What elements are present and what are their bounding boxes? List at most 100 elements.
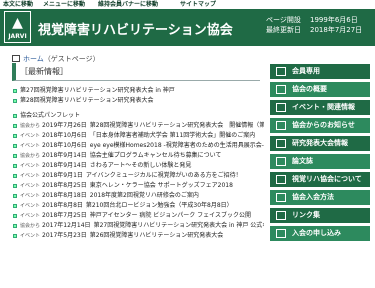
news-link[interactable]: アイバンクミュージカルに視覚障がいのある方をご招待！ — [86, 172, 242, 179]
logo-text: JARVI — [8, 33, 27, 40]
breadcrumb-home-link[interactable]: ホーム — [23, 55, 44, 63]
side-menu-item[interactable]: イベント・関連情報 — [270, 100, 370, 115]
news-item[interactable]: イベント 2018年7月25日 神戸アイセンター 病院 ビジョンパーク フェイスブッ… — [12, 211, 264, 221]
updated-label: 最終更新日 — [266, 26, 301, 34]
bullet-icon — [13, 89, 17, 93]
site-title[interactable]: 視覚障害リハビリテーション協会 — [38, 19, 233, 38]
skip-to-menu-link[interactable]: メニューに移動 — [43, 0, 85, 9]
news-item[interactable]: 協会公式パンフレット — [12, 111, 264, 121]
bullet-icon — [13, 214, 17, 218]
bullet-icon — [13, 164, 17, 168]
news-date: 2018年10月6日 — [42, 132, 87, 139]
news-date: 2018年8月8日 — [42, 202, 83, 209]
bullet-icon — [13, 174, 17, 178]
news-link[interactable]: さわるアート〜その新しい体験と発見 — [90, 162, 192, 169]
side-menu-item[interactable]: リンク集 — [270, 208, 370, 223]
side-menu-item[interactable]: 研究発表大会情報 — [270, 136, 370, 151]
news-item[interactable]: イベント 2018年9月14日 さわるアート〜その新しい体験と発見 — [12, 161, 264, 171]
side-menu-item[interactable]: 視覚リハ協会について — [270, 172, 370, 187]
news-item[interactable]: 協会から 2018年9月14日 協会主催プログラムキャンセル待ち募集について — [12, 151, 264, 161]
news-link[interactable]: 東京ヘレン・ケラー協会 サポートグッズフェア2018 — [90, 182, 233, 189]
news-link[interactable]: 第28回視覚障害リハビリテーション研究発表大会 — [20, 97, 154, 104]
bullet-icon — [13, 134, 17, 138]
side-menu-label: リンク集 — [292, 211, 320, 219]
lock-icon — [276, 67, 286, 76]
news-date: 2018年9月1日 — [42, 172, 83, 179]
news-link[interactable]: 第26回視覚障害リハビリテーション研究発表大会 — [90, 232, 224, 239]
side-menu-label: 協会の概要 — [292, 85, 327, 93]
news-category: イベント — [20, 173, 41, 179]
skip-links-bar: 本文に移動 メニューに移動 維持会員バナーに移動 サイトマップ — [0, 0, 375, 9]
news-item[interactable]: 第28回視覚障害リハビリテーション研究発表大会 — [12, 96, 264, 106]
news-category: イベント — [20, 203, 41, 209]
side-menu-item[interactable]: 協会の概要 — [270, 82, 370, 97]
news-category: イベント — [20, 183, 41, 189]
updated-date: 2018年7月27日 — [310, 26, 363, 34]
news-item[interactable]: イベント 2017年5月23日 第26回視覚障害リハビリテーション研究発表大会 — [12, 231, 264, 241]
news-item[interactable]: イベント 2018年10月6日 「日本身体障害者補助犬学会 第11回学術大会」開催の… — [12, 131, 264, 141]
site-header: ▲ JARVI 視覚障害リハビリテーション協会 ページ開設 1999年6月6日 最… — [0, 9, 375, 46]
side-menu-item[interactable]: 協会からのお知らせ — [270, 118, 370, 133]
news-date: 2019年7月26日 — [42, 122, 87, 129]
side-menu-label: イベント・関連情報 — [292, 103, 355, 111]
news-date: 2018年8月18日 — [42, 192, 87, 199]
side-menu-label: 視覚リハ協会について — [292, 175, 362, 183]
news-link[interactable]: 協会公式パンフレット — [20, 112, 80, 119]
news-link[interactable]: 2018年度第2回視覚リハ研修会のご案内 — [90, 192, 199, 199]
news-link[interactable]: 第210回台北ロービジョン勉強会（平成30年8月8日） — [86, 202, 233, 209]
bullet-icon — [13, 99, 17, 103]
news-link[interactable]: 第27回視覚障害リハビリテーション研究発表大会 in 神戸 公式ホームページ公開 — [94, 222, 264, 229]
site-logo[interactable]: ▲ JARVI — [4, 11, 31, 43]
news-item[interactable]: イベント 2018年8月25日 東京ヘレン・ケラー協会 サポートグッズフェア2018 — [12, 181, 264, 191]
people-icon — [276, 175, 286, 184]
bullet-icon — [13, 204, 17, 208]
news-item[interactable]: イベント 2018年8月8日 第210回台北ロービジョン勉強会（平成30年8月8日） — [12, 201, 264, 211]
page-dates: ページ開設 1999年6月6日 最終更新日 2018年7月27日 — [266, 15, 362, 35]
news-item[interactable]: イベント 2018年8月18日 2018年度第2回視覚リハ研修会のご案内 — [12, 191, 264, 201]
megaphone-icon — [276, 121, 286, 130]
skip-to-main-link[interactable]: 本文に移動 — [3, 0, 33, 9]
bullet-icon — [13, 224, 17, 228]
news-category: イベント — [20, 193, 41, 199]
news-category: イベント — [20, 133, 41, 139]
news-date: 2017年12月14日 — [42, 222, 91, 229]
news-category: 協会から — [20, 223, 41, 229]
side-menu-item[interactable]: 会員専用 — [270, 64, 370, 79]
news-link[interactable]: 第28回視覚障害リハビリテーション研究発表大会 開催情報（第１報） — [90, 122, 264, 129]
news-item[interactable]: 第27回視覚障害リハビリテーション研究発表大会 in 神戸 — [12, 86, 264, 96]
bullet-icon — [13, 154, 17, 158]
breadcrumb-current: （ゲストページ） — [43, 55, 100, 63]
side-menu-item[interactable]: 入会の申し込み — [270, 226, 370, 241]
info-icon — [276, 85, 286, 94]
news-link[interactable]: 神戸アイセンター 病院 ビジョンパーク フェイスブック公開 — [90, 212, 251, 219]
side-menu-label: 入会の申し込み — [292, 229, 341, 237]
news-date: 2018年10月6日 — [42, 142, 87, 149]
link-icon — [276, 211, 286, 220]
form-icon — [276, 229, 286, 238]
news-item[interactable]: 協会から 2017年12月14日 第27回視覚障害リハビリテーション研究発表大会 i… — [12, 221, 264, 231]
news-item[interactable]: 協会から 2019年7月26日 第28回視覚障害リハビリテーション研究発表大会 開催… — [12, 121, 264, 131]
bullet-icon — [13, 184, 17, 188]
side-menu: 会員専用協会の概要イベント・関連情報協会からのお知らせ 研究発表大会情報論文誌視覚… — [270, 64, 370, 244]
news-category: 協会から — [20, 153, 41, 159]
side-menu-label: 会員専用 — [292, 67, 320, 75]
side-menu-label: 論文誌 — [292, 157, 313, 165]
news-link[interactable]: 協会主催プログラムキャンセル待ち募集について — [90, 152, 222, 159]
news-item[interactable]: イベント 2018年10月6日 eye eye模様Homes2018 -視覚障害者の… — [12, 141, 264, 151]
side-menu-item[interactable]: 論文誌 — [270, 154, 370, 169]
news-category: イベント — [20, 163, 41, 169]
news-link[interactable]: 「日本身体障害者補助犬学会 第11回学術大会」開催のご案内 — [90, 132, 256, 139]
news-date: 2017年5月23日 — [42, 232, 87, 239]
bullet-icon — [13, 144, 17, 148]
skip-to-banner-link[interactable]: 維持会員バナーに移動 — [98, 0, 158, 9]
news-date: 2018年9月14日 — [42, 152, 87, 159]
news-link[interactable]: 第27回視覚障害リハビリテーション研究発表大会 in 神戸 — [20, 87, 175, 94]
side-menu-item[interactable]: 協会入会方法 — [270, 190, 370, 205]
news-date: 2018年9月14日 — [42, 162, 87, 169]
bullet-icon — [13, 234, 17, 238]
bullet-icon — [13, 114, 17, 118]
news-link[interactable]: eye eye模様Homes2018 -視覚障害者のための生活用具展示会- — [90, 142, 264, 149]
sitemap-link[interactable]: サイトマップ — [180, 0, 216, 9]
news-category: イベント — [20, 233, 41, 239]
news-item[interactable]: イベント 2018年9月1日 アイバンクミュージカルに視覚障がいのある方をご招待！ — [12, 171, 264, 181]
